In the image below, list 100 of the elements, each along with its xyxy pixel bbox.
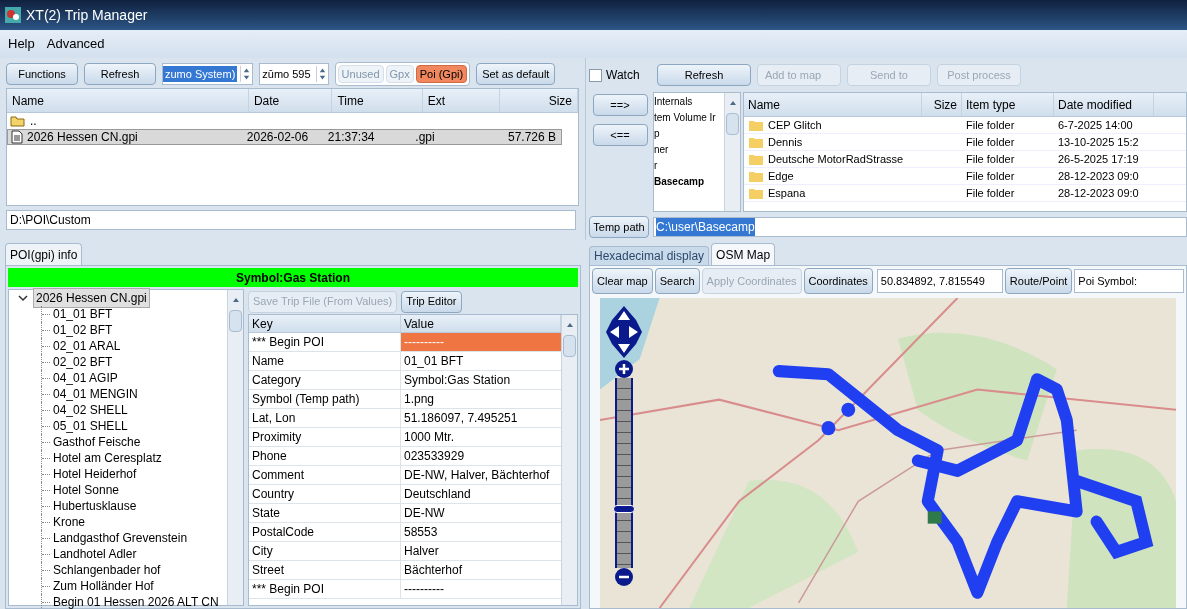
table-cell-text: File folder bbox=[965, 168, 1016, 184]
column-header[interactable]: Item type bbox=[962, 93, 1054, 116]
tree-item[interactable]: 02_02 BFT bbox=[50, 353, 113, 371]
route-point-button[interactable]: Route/Point bbox=[1004, 268, 1073, 294]
map-button[interactable]: Coordinates bbox=[803, 268, 873, 294]
toolbar-button[interactable]: Functions bbox=[6, 63, 78, 85]
tree-item[interactable]: Schlangenbader hof bbox=[50, 561, 161, 579]
folder-name[interactable]: Dennis bbox=[768, 133, 803, 151]
temp-path-field[interactable]: C:\user\Basecamp bbox=[653, 217, 1187, 237]
table-cell[interactable]: 1000 Mtr. bbox=[401, 428, 561, 446]
set-default-button[interactable]: Set as default bbox=[476, 63, 556, 85]
zoom-slider[interactable] bbox=[615, 378, 633, 568]
tab[interactable]: OSM Map bbox=[711, 243, 776, 265]
tree-item[interactable]: Begin 01 Hessen 2026 ALT CN bbox=[50, 593, 219, 609]
column-header[interactable]: Key bbox=[249, 315, 401, 332]
scroll-thumb[interactable] bbox=[726, 113, 739, 135]
spinner-icon[interactable] bbox=[315, 66, 328, 82]
column-header[interactable]: Date modified bbox=[1054, 93, 1154, 116]
tree-item[interactable]: r bbox=[654, 158, 724, 174]
toolbar-button[interactable]: Refresh bbox=[657, 64, 751, 86]
symbol-banner: Symbol:Gas Station bbox=[8, 268, 578, 287]
toolbar-button[interactable]: Refresh bbox=[84, 63, 156, 85]
table-cell[interactable]: 1.png bbox=[401, 390, 561, 408]
poi-symbol-field[interactable]: Poi Symbol: bbox=[1074, 269, 1184, 293]
column-header[interactable]: Time bbox=[332, 89, 423, 112]
column-header[interactable]: Ext bbox=[422, 89, 501, 112]
folder-name[interactable]: Espana bbox=[768, 184, 806, 202]
table-cell[interactable]: 01_01 BFT bbox=[401, 352, 561, 370]
zoom-out-icon[interactable] bbox=[615, 568, 633, 586]
column-header[interactable]: Name bbox=[744, 93, 922, 116]
tree-item[interactable]: 04_01 AGIP bbox=[50, 369, 118, 387]
scroll-thumb[interactable] bbox=[563, 335, 576, 357]
menu-item[interactable]: Advanced bbox=[46, 34, 105, 54]
column-header[interactable]: Name bbox=[7, 89, 249, 112]
table-cell[interactable]: DE-NW bbox=[401, 504, 561, 522]
menu-item[interactable]: Help bbox=[8, 34, 35, 54]
file-row[interactable]: 2026 Hessen CN.gpi 2026-02-06 21:37:34 .gpi 57.726 B bbox=[7, 129, 562, 145]
pan-control-icon[interactable] bbox=[606, 306, 642, 358]
folder-name[interactable]: Deutsche MotorRadStrasse bbox=[768, 150, 904, 168]
table-cell: *** Begin POI bbox=[249, 580, 401, 598]
transfer-button[interactable]: <== bbox=[592, 124, 648, 146]
tree-item[interactable]: Basecamp bbox=[654, 174, 724, 190]
tree-item[interactable]: 01_02 BFT bbox=[50, 321, 113, 339]
table-cell[interactable]: ---------- bbox=[401, 580, 561, 598]
tree-item[interactable]: Landgasthof Grevenstein bbox=[50, 529, 188, 547]
tree-item[interactable]: Hotel am Ceresplatz bbox=[50, 449, 162, 467]
tab[interactable]: Hexadecimal display bbox=[589, 246, 710, 265]
folder-name[interactable]: CEP Glitch bbox=[768, 116, 822, 134]
tree-item[interactable]: tem Volume Ir bbox=[654, 110, 724, 126]
tree-item[interactable]: Gasthof Feische bbox=[50, 433, 141, 451]
tree-item[interactable]: 05_01 SHELL bbox=[50, 417, 128, 435]
table-cell[interactable]: Bächterhof bbox=[401, 561, 561, 579]
tree-item[interactable]: p bbox=[654, 126, 724, 142]
tree-item[interactable]: Zum Holländer Hof bbox=[50, 577, 154, 595]
toolbar-button[interactable]: Trip Editor bbox=[401, 290, 462, 313]
scrollbar[interactable] bbox=[724, 93, 740, 211]
tree-item[interactable]: Landhotel Adler bbox=[50, 545, 137, 563]
tree-item[interactable]: Krone bbox=[50, 513, 86, 531]
zoom-in-icon[interactable] bbox=[615, 360, 633, 378]
scroll-thumb[interactable] bbox=[229, 310, 242, 332]
temp-path-button[interactable]: Temp path bbox=[589, 216, 649, 238]
column-header[interactable]: Date bbox=[248, 89, 333, 112]
tree-item[interactable]: 04_02 SHELL bbox=[50, 401, 128, 419]
table-cell[interactable]: Symbol:Gas Station bbox=[401, 371, 561, 389]
tree-item[interactable]: 01_01 BFT bbox=[50, 305, 113, 323]
tree-item[interactable]: 02_01 ARAL bbox=[50, 337, 121, 355]
device-select[interactable]: zumo System) bbox=[162, 63, 254, 85]
table-cell[interactable]: 58553 bbox=[401, 523, 561, 541]
file-row[interactable]: .. bbox=[7, 113, 562, 129]
zoom-slider-thumb[interactable] bbox=[613, 505, 635, 514]
folder-name[interactable]: Edge bbox=[768, 167, 794, 185]
chevron-icon[interactable] bbox=[17, 293, 29, 303]
table-cell[interactable]: 023533929 bbox=[401, 447, 561, 465]
tree-item[interactable]: 2026 Hessen CN.gpi bbox=[33, 288, 150, 308]
tree-item[interactable]: ner bbox=[654, 142, 724, 158]
app-icon bbox=[4, 6, 22, 24]
table-cell[interactable]: DE-NW, Halver, Bächterhof bbox=[401, 466, 561, 484]
tree-item[interactable]: 04_01 MENGIN bbox=[50, 385, 138, 403]
watch-checkbox[interactable]: Watch bbox=[589, 66, 651, 84]
map-button[interactable]: Clear map bbox=[592, 268, 653, 294]
table-cell[interactable]: Deutschland bbox=[401, 485, 561, 503]
transfer-button[interactable]: ==> bbox=[592, 94, 648, 116]
tree-item[interactable]: Hotel Sonne bbox=[50, 481, 120, 499]
path-field[interactable]: D:\POI\Custom bbox=[6, 210, 576, 230]
map-button[interactable]: Search bbox=[654, 268, 700, 294]
column-header[interactable]: Size bbox=[922, 93, 962, 116]
tree-item[interactable]: Hubertusklause bbox=[50, 497, 137, 515]
tab[interactable]: POI(gpi) info bbox=[5, 243, 83, 265]
table-cell[interactable]: Halver bbox=[401, 542, 561, 560]
scrollbar[interactable] bbox=[227, 290, 243, 605]
table-cell[interactable]: 51.186097, 7.495251 bbox=[401, 409, 561, 427]
column-header[interactable]: Size bbox=[500, 89, 578, 112]
table-cell-text: File folder bbox=[965, 151, 1016, 167]
device-select[interactable]: zūmo 595 bbox=[259, 63, 329, 85]
mode-toggle[interactable]: Poi (Gpi) bbox=[415, 65, 468, 83]
coordinates-field[interactable]: 50.834892, 7.815549 bbox=[876, 269, 1003, 293]
table-cell-text: 21:37:34 bbox=[326, 129, 376, 146]
scrollbar[interactable] bbox=[561, 315, 577, 605]
tree-item[interactable]: Internals bbox=[654, 94, 724, 110]
tree-item[interactable]: Hotel Heiderhof bbox=[50, 465, 137, 483]
